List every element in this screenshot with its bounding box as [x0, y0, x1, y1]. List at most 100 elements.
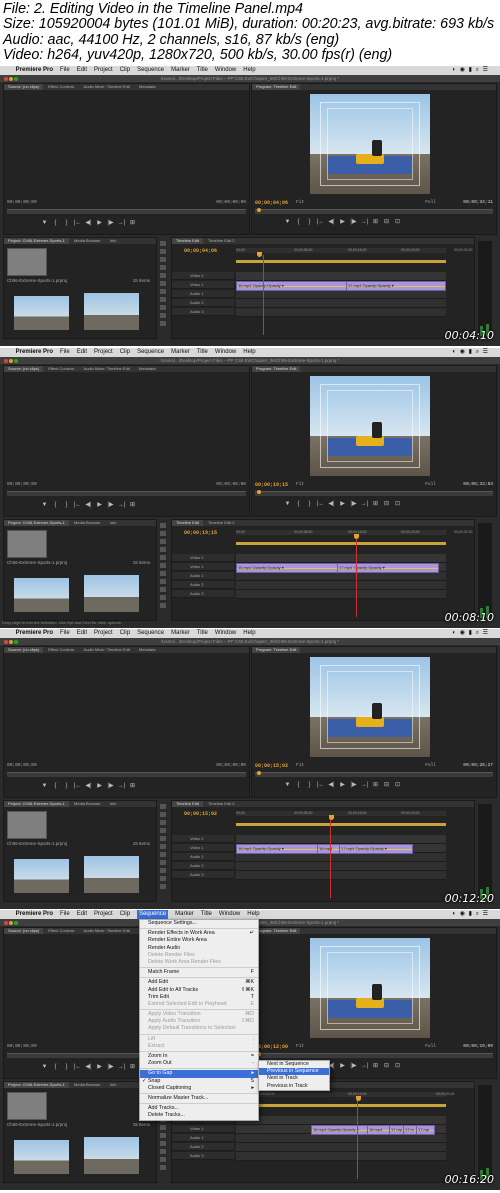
tab-project[interactable]: Project: Ch06-Extreme-Sports-1	[4, 520, 69, 526]
tool-icon[interactable]	[159, 811, 167, 818]
source-transport-button[interactable]: |←	[72, 218, 83, 228]
tool-icon[interactable]	[159, 586, 167, 593]
source-transport-button[interactable]: }	[61, 1062, 72, 1072]
track-header[interactable]: Audio 2	[172, 862, 234, 870]
tool-icon[interactable]	[159, 819, 167, 826]
work-area-bar[interactable]	[236, 823, 446, 826]
work-area-bar[interactable]	[236, 542, 446, 545]
tool-icon[interactable]	[159, 1124, 167, 1131]
tab-info[interactable]: Info	[106, 801, 121, 807]
tab-project[interactable]: Project: Ch06-Extreme-Sports-1	[4, 801, 69, 807]
track-header[interactable]: Video 2	[172, 554, 234, 562]
program-timecode[interactable]: 00;00;19;15	[255, 482, 288, 488]
program-transport-button[interactable]: ⊞	[370, 780, 381, 790]
track-lane[interactable]	[236, 572, 446, 581]
tab-info[interactable]: Info	[106, 520, 121, 526]
playhead-handle[interactable]	[257, 252, 262, 257]
source-transport-button[interactable]: ⊞	[127, 218, 138, 228]
tool-icon[interactable]	[159, 843, 167, 850]
timeline-playhead[interactable]	[330, 818, 331, 898]
menu-app-name[interactable]: Premiere Pro	[16, 629, 53, 638]
menu-app-name[interactable]: Premiere Pro	[16, 910, 53, 919]
program-transport-button[interactable]: ▼	[282, 780, 293, 790]
sequence-menu-item[interactable]: Add Edit ⌘K	[140, 979, 258, 986]
sequence-menu-item[interactable]: Add Edit to All Tracks ⇧⌘K	[140, 987, 258, 994]
source-scrub-bar[interactable]	[7, 772, 246, 777]
video-clip[interactable]: 16.mp4	[317, 844, 341, 854]
source-transport-button[interactable]: ▼	[39, 781, 50, 791]
source-transport-button[interactable]: →|	[116, 218, 127, 228]
tab-effect-controls[interactable]: Effect Controls	[44, 366, 78, 372]
menu-sequence[interactable]: Sequence	[137, 910, 169, 919]
tool-icon[interactable]	[159, 602, 167, 609]
tool-icon[interactable]	[159, 570, 167, 577]
program-scrub-bar[interactable]	[255, 490, 493, 496]
sequence-menu-item[interactable]: Render Audio	[140, 945, 258, 952]
track-lane[interactable]	[236, 1116, 446, 1125]
menu-clip[interactable]: Clip	[120, 910, 130, 919]
track-header[interactable]: Audio 3	[172, 590, 234, 598]
menu-app-name[interactable]: Premiere Pro	[16, 66, 53, 75]
work-area-bar[interactable]	[236, 260, 446, 263]
tool-icon[interactable]	[159, 240, 167, 247]
playhead-handle[interactable]	[354, 534, 359, 539]
clip-thumbnail[interactable]	[14, 296, 69, 330]
source-transport-button[interactable]: ◀|	[83, 218, 94, 228]
program-transport-button[interactable]: ◀|	[326, 780, 337, 790]
tool-icon[interactable]	[159, 1164, 167, 1171]
menu-title[interactable]: Title	[201, 910, 212, 919]
source-transport-button[interactable]: }	[61, 218, 72, 228]
program-transport-button[interactable]: |▶	[348, 780, 359, 790]
program-playhead[interactable]	[257, 771, 261, 775]
timeline-timecode[interactable]: 00;00;19;15	[184, 530, 217, 536]
track-header[interactable]: Audio 3	[172, 1152, 234, 1160]
source-transport-button[interactable]: →|	[116, 1062, 127, 1072]
tool-icon[interactable]	[159, 1132, 167, 1139]
video-clip[interactable]: 17.mp	[416, 1125, 435, 1135]
source-transport-button[interactable]: ▶	[94, 500, 105, 510]
source-transport-button[interactable]: ▼	[39, 500, 50, 510]
track-header[interactable]: Audio 1	[172, 290, 234, 298]
menu-marker[interactable]: Marker	[175, 910, 194, 919]
track-lane[interactable]	[236, 1134, 446, 1143]
sequence-menu-item[interactable]: Match Frame F	[140, 969, 258, 976]
program-scrub-bar[interactable]	[255, 771, 493, 777]
program-transport-button[interactable]: ⊞	[370, 1061, 381, 1071]
source-transport-button[interactable]: →|	[116, 781, 127, 791]
source-transport-button[interactable]: ▼	[39, 1062, 50, 1072]
tool-icon[interactable]	[159, 288, 167, 295]
tool-icon[interactable]	[159, 562, 167, 569]
program-fit-select[interactable]: Fit	[296, 1044, 304, 1049]
source-timecode[interactable]: 00;00;00;00	[7, 200, 37, 205]
tool-icon[interactable]	[159, 594, 167, 601]
menu-edit[interactable]: Edit	[77, 348, 87, 357]
time-ruler[interactable]: 00;00 00;00;08;00 00;00;16;00 00;00;24;00 00…	[236, 248, 473, 253]
source-transport-button[interactable]: |▶	[105, 1062, 116, 1072]
program-fit-select[interactable]: Fit	[296, 200, 304, 205]
tool-icon[interactable]	[159, 1140, 167, 1147]
tool-icon[interactable]	[159, 827, 167, 834]
clip-thumbnail[interactable]	[14, 578, 69, 612]
menu-edit[interactable]: Edit	[77, 629, 87, 638]
video-clip[interactable]: 16.mp4 Opacity:Opacity ▾	[236, 563, 338, 573]
source-transport-button[interactable]: →|	[116, 500, 127, 510]
window-controls[interactable]	[4, 639, 19, 646]
program-timecode[interactable]: 00;00;15;02	[255, 763, 288, 769]
sequence-menu-item[interactable]: Zoom In =	[140, 1053, 258, 1060]
track-header[interactable]: Video 1	[172, 281, 234, 289]
tool-icon[interactable]	[159, 859, 167, 866]
window-controls[interactable]	[4, 358, 19, 365]
source-transport-button[interactable]: ⊞	[127, 500, 138, 510]
tool-icon[interactable]	[159, 248, 167, 255]
video-clip[interactable]: 17.mp4 Opacity:Opacity ▾	[339, 844, 413, 854]
tool-icon[interactable]	[159, 272, 167, 279]
menu-file[interactable]: File	[60, 66, 70, 75]
program-resolution-select[interactable]: Full	[425, 763, 436, 768]
source-transport-button[interactable]: {	[50, 1062, 61, 1072]
program-transport-button[interactable]: ▼	[282, 217, 293, 227]
source-transport-button[interactable]: {	[50, 781, 61, 791]
window-controls[interactable]	[4, 920, 19, 927]
tab-metadata[interactable]: Metadata	[135, 647, 160, 653]
program-playhead[interactable]	[257, 208, 261, 212]
clip-thumbnail[interactable]	[84, 293, 139, 330]
